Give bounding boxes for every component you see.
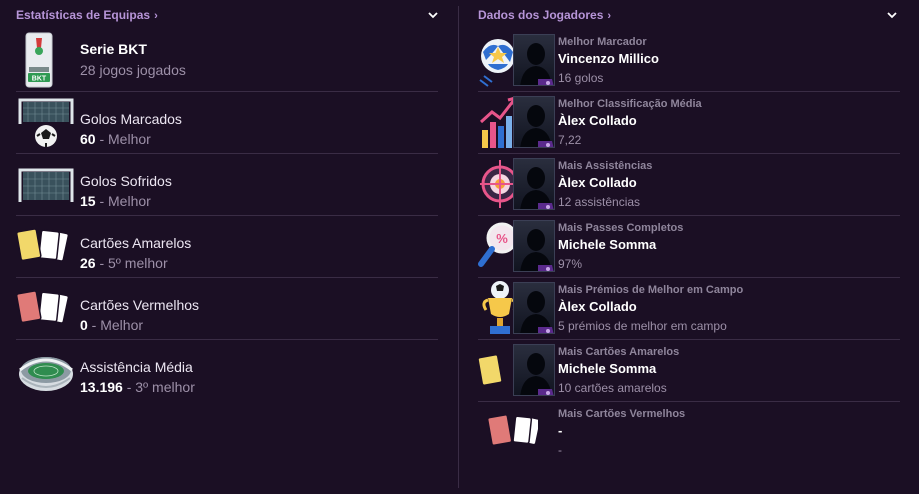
goal-with-ball-icon: [18, 98, 74, 147]
red-cards-value: 0 - Melhor: [80, 317, 144, 333]
team-row-competition[interactable]: BKT Serie BKT 28 jogos jogados: [16, 30, 438, 92]
player-row-most-passes[interactable]: % Mais Passes Completos Michele Somma 97…: [478, 216, 900, 278]
collapse-team-stats-button[interactable]: [426, 8, 440, 22]
chevron-down-icon: [428, 11, 438, 18]
player-name[interactable]: Àlex Collado: [558, 113, 637, 128]
player-category: Melhor Marcador: [558, 36, 647, 48]
target-crosshair-icon: [480, 160, 518, 208]
player-row-most-assists[interactable]: Mais Assistências Àlex Collado 12 assist…: [478, 154, 900, 216]
yellow-cards-label: Cartões Amarelos: [80, 235, 192, 251]
player-category: Mais Assistências: [558, 160, 653, 172]
player-stats-title: Dados dos Jogadores: [478, 8, 604, 22]
serie-bkt-logo-icon: BKT: [25, 32, 53, 88]
player-photo-silhouette: [513, 158, 555, 210]
team-stats-header: Estatísticas de Equipas ›: [0, 0, 458, 30]
player-name[interactable]: Michele Somma: [558, 361, 656, 376]
player-stat-value: 10 cartões amarelos: [558, 381, 667, 395]
team-row-red-cards[interactable]: Cartões Vermelhos 0 - Melhor: [16, 278, 438, 340]
games-played: 28 jogos jogados: [80, 62, 186, 78]
player-category: Mais Passes Completos: [558, 222, 684, 234]
player-stats-header: Dados dos Jogadores ›: [459, 0, 919, 30]
player-row-most-red-cards[interactable]: Mais Cartões Vermelhos - -: [478, 402, 900, 464]
player-photo-silhouette: [513, 96, 555, 148]
player-name[interactable]: Michele Somma: [558, 237, 656, 252]
attendance-label: Assistência Média: [80, 359, 193, 375]
attendance-value: 13.196 - 3º melhor: [80, 379, 195, 395]
player-row-best-rating[interactable]: Melhor Classificação Média Àlex Collado …: [478, 92, 900, 154]
magnifying-glass-percent-icon: %: [478, 222, 518, 267]
team-row-goals-conceded[interactable]: Golos Sofridos 15 - Melhor: [16, 154, 438, 216]
player-stat-value: -: [558, 443, 562, 457]
goals-scored-label: Golos Marcados: [80, 111, 182, 127]
player-stat-value: 12 assistências: [558, 195, 641, 209]
player-stat-value: 97%: [558, 257, 583, 271]
player-stat-value: 16 golos: [558, 71, 604, 85]
player-name[interactable]: Vincenzo Millico: [558, 51, 659, 66]
player-photo-silhouette: [513, 282, 555, 334]
team-stats-title: Estatísticas de Equipas: [16, 8, 151, 22]
player-row-motm-awards[interactable]: Mais Prémios de Melhor em Campo Àlex Col…: [478, 278, 900, 340]
red-card-icon: [486, 414, 538, 446]
player-stats-panel: Dados dos Jogadores › Melhor Marcador Vin…: [459, 0, 919, 494]
svg-text:%: %: [496, 231, 508, 246]
team-row-goals-scored[interactable]: Golos Marcados 60 - Melhor: [16, 92, 438, 154]
team-stats-panel: Estatísticas de Equipas › BKT Serie BKT 2…: [0, 0, 458, 494]
player-category: Melhor Classificação Média: [558, 98, 702, 110]
goal-net-icon: [18, 168, 74, 202]
football-star-icon: [479, 39, 515, 87]
team-row-yellow-cards[interactable]: Cartões Amarelos 26 - 5º melhor: [16, 216, 438, 278]
chevron-right-icon: ›: [607, 10, 612, 22]
competition-name: Serie BKT: [80, 41, 147, 57]
player-photo-silhouette: [513, 220, 555, 272]
player-row-top-scorer[interactable]: Melhor Marcador Vincenzo Millico 16 golo…: [478, 30, 900, 92]
player-name: -: [558, 423, 563, 438]
player-photo-silhouette: [513, 34, 555, 86]
goals-conceded-value: 15 - Melhor: [80, 193, 151, 209]
team-stats-title-link[interactable]: Estatísticas de Equipas ›: [16, 8, 158, 22]
trophy-icon: [482, 281, 518, 334]
player-stat-value: 5 prémios de melhor em campo: [558, 319, 727, 333]
goals-conceded-label: Golos Sofridos: [80, 173, 172, 189]
player-stats-title-link[interactable]: Dados dos Jogadores ›: [478, 8, 611, 22]
yellow-card-icon: [478, 354, 503, 386]
player-row-most-yellow-cards[interactable]: Mais Cartões Amarelos Michele Somma 10 c…: [478, 340, 900, 402]
team-row-attendance[interactable]: Assistência Média 13.196 - 3º melhor: [16, 340, 438, 402]
red-cards-label: Cartões Vermelhos: [80, 297, 200, 313]
red-card-icon: [16, 290, 70, 324]
player-category: Mais Cartões Amarelos: [558, 346, 680, 358]
player-photo-silhouette: [513, 344, 555, 396]
bar-chart-trend-icon: [479, 95, 517, 148]
stadium-icon: [19, 357, 73, 391]
chevron-right-icon: ›: [154, 10, 158, 22]
player-name[interactable]: Àlex Collado: [558, 175, 637, 190]
yellow-cards-value: 26 - 5º melhor: [80, 255, 168, 271]
collapse-player-stats-button[interactable]: [885, 8, 899, 22]
svg-text:BKT: BKT: [32, 76, 47, 83]
player-category: Mais Cartões Vermelhos: [558, 408, 686, 420]
chevron-down-icon: [887, 11, 897, 18]
player-stat-value: 7,22: [558, 133, 582, 147]
player-name[interactable]: Àlex Collado: [558, 299, 637, 314]
yellow-card-icon: [16, 228, 70, 262]
goals-scored-value: 60 - Melhor: [80, 131, 151, 147]
player-category: Mais Prémios de Melhor em Campo: [558, 284, 744, 296]
